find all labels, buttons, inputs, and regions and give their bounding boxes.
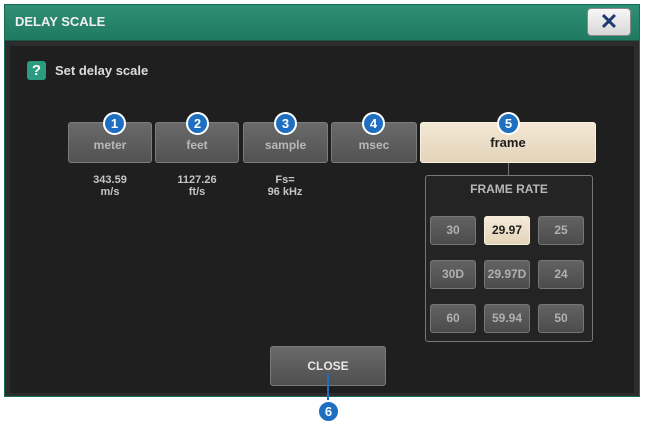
frame-rate-option[interactable]: 50 (538, 304, 584, 333)
frame-rate-option-selected[interactable]: 29.97 (484, 216, 530, 245)
feet-info-unit: ft/s (188, 186, 206, 198)
frame-rate-option[interactable]: 24 (538, 260, 584, 289)
frame-rate-option[interactable]: 30D (430, 260, 476, 289)
sample-info: Fs= 96 kHz (243, 174, 327, 198)
sample-info-value: 96 kHz (267, 186, 303, 198)
callout-2-badge: 2 (186, 112, 209, 135)
meter-info: 343.59 m/s (68, 174, 152, 198)
close-icon[interactable]: ✕ (587, 8, 631, 36)
sample-info-label: Fs= (275, 174, 295, 186)
callout-4-badge: 4 (362, 112, 385, 135)
frame-rate-title: FRAME RATE (470, 182, 548, 196)
frame-rate-option[interactable]: 30 (430, 216, 476, 245)
frame-connector-line (508, 163, 509, 175)
callout-6-badge: 6 (317, 400, 340, 423)
dialog-subtitle: Set delay scale (55, 63, 149, 78)
title-bar: DELAY SCALE ✕ (5, 5, 639, 41)
callout-5-badge: 5 (497, 112, 520, 135)
frame-rate-option[interactable]: 29.97D (484, 260, 530, 289)
help-icon[interactable]: ? (27, 61, 46, 80)
meter-info-unit: m/s (100, 186, 120, 198)
frame-rate-option[interactable]: 59.94 (484, 304, 530, 333)
dialog-title: DELAY SCALE (15, 14, 106, 29)
meter-info-value: 343.59 (93, 174, 127, 186)
feet-info: 1127.26 ft/s (155, 174, 239, 198)
frame-rate-option[interactable]: 60 (430, 304, 476, 333)
feet-info-value: 1127.26 (177, 174, 217, 186)
frame-rate-option[interactable]: 25 (538, 216, 584, 245)
callout-6-leader (327, 373, 329, 401)
frame-rate-panel: FRAME RATE 30 29.97 25 30D 29.97D 24 60 … (425, 175, 593, 342)
callout-3-badge: 3 (274, 112, 297, 135)
callout-1-badge: 1 (103, 112, 126, 135)
